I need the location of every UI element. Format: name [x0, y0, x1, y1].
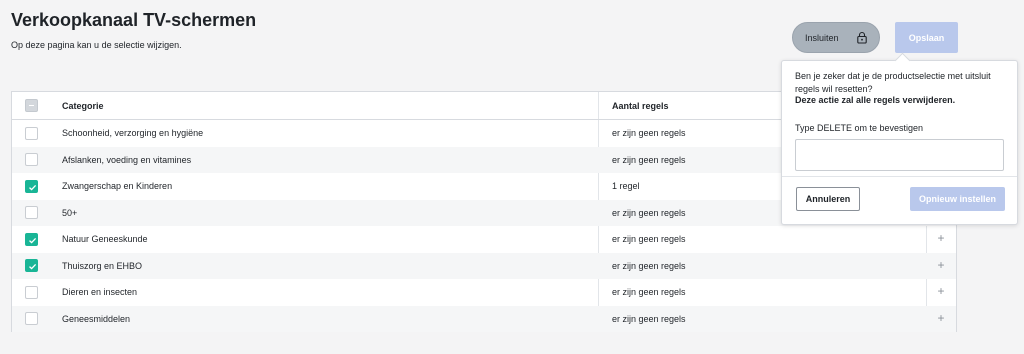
row-rule-count: er zijn geen regels [612, 234, 686, 245]
page-subtitle: Op deze pagina kan u de selectie wijzige… [11, 40, 182, 50]
popover-warning: Deze actie zal alle regels verwijderen. [795, 95, 956, 105]
plus-icon[interactable]: + [934, 231, 948, 245]
confirm-delete-input[interactable] [795, 139, 1004, 171]
table-row: Dieren en insecten er zijn geen regels + [12, 279, 956, 306]
popover-message: Ben je zeker dat je de productselectie m… [795, 71, 991, 94]
row-checkbox[interactable] [25, 285, 38, 299]
lock-icon [857, 31, 867, 44]
row-checkbox[interactable] [25, 232, 38, 246]
row-category: Schoonheid, verzorging en hygiëne [62, 128, 204, 139]
lock-button-label: Insluiten [805, 32, 839, 43]
check-icon [29, 184, 37, 191]
page-title: Verkoopkanaal TV-schermen [11, 10, 257, 30]
row-rule-count: er zijn geen regels [612, 128, 686, 139]
row-checkbox[interactable] [25, 206, 38, 220]
row-checkbox[interactable] [25, 312, 38, 326]
reset-confirm-popover: Ben je zeker dat je de productselectie m… [781, 60, 1018, 225]
check-icon [29, 237, 37, 244]
table-row: Thuiszorg en EHBO er zijn geen regels + [12, 252, 956, 279]
row-category: Thuiszorg en EHBO [62, 260, 143, 271]
row-rule-count: er zijn geen regels [612, 154, 686, 165]
row-rule-count: er zijn geen regels [612, 260, 686, 271]
table-row: Geneesmiddelen er zijn geen regels + [12, 305, 956, 332]
column-header-rules: Aantal regels [612, 100, 669, 111]
row-category: 50+ [62, 207, 78, 218]
lock-toggle-button[interactable]: Insluiten [792, 22, 880, 53]
cancel-button[interactable]: Annuleren [796, 187, 860, 211]
row-category: Natuur Geneeskunde [62, 234, 148, 245]
row-checkbox[interactable] [25, 179, 38, 193]
row-rule-count: er zijn geen regels [612, 313, 686, 324]
plus-icon[interactable]: + [934, 258, 948, 272]
select-all-checkbox[interactable] [25, 99, 38, 112]
plus-icon[interactable]: + [934, 311, 948, 325]
row-rule-count: 1 regel [612, 181, 640, 192]
row-checkbox[interactable] [25, 259, 38, 273]
row-category: Dieren en insecten [62, 287, 138, 298]
check-icon [29, 264, 37, 270]
row-checkbox[interactable] [25, 153, 38, 167]
row-category: Geneesmiddelen [62, 313, 131, 324]
row-rule-count: er zijn geen regels [612, 287, 686, 298]
row-checkbox[interactable] [25, 126, 38, 140]
row-category: Zwangerschap en Kinderen [62, 181, 173, 192]
popover-divider [782, 176, 1017, 177]
table-row: Natuur Geneeskunde er zijn geen regels + [12, 226, 956, 253]
reset-button[interactable]: Opnieuw instellen [910, 187, 1005, 211]
row-rule-count: er zijn geen regels [612, 207, 686, 218]
row-category: Afslanken, voeding en vitamines [62, 154, 192, 165]
save-button[interactable]: Opslaan [895, 22, 958, 53]
confirm-input-label: Type DELETE om te bevestigen [795, 123, 924, 133]
column-header-category: Categorie [62, 100, 104, 111]
plus-icon[interactable]: + [934, 284, 948, 298]
